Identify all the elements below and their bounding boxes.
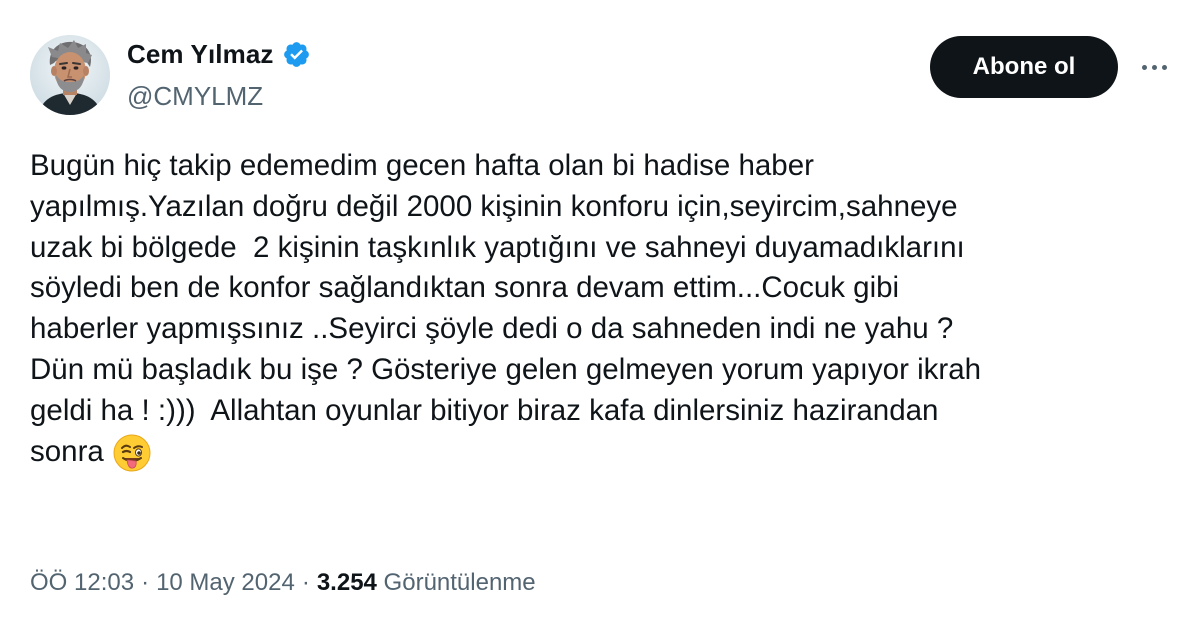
tweet-text-line: Bugün hiç takip edemedim gecen hafta ola…	[30, 149, 814, 182]
avatar-image	[30, 35, 110, 115]
tweet-date[interactable]: 10 May 2024	[156, 566, 295, 600]
more-horizontal-icon	[1141, 64, 1147, 70]
views-count[interactable]: 3.254	[317, 566, 377, 600]
views-label: Görüntülenme	[376, 569, 536, 596]
more-options-button[interactable]	[1136, 52, 1172, 82]
tweet-text-line: geldi ha ! :))) Allahtan oyunlar bitiyor…	[30, 393, 939, 427]
meta-separator: ·	[141, 569, 150, 596]
tweet-meta: ÖÖ 12:03 · 10 May 2024 · 3.254 Görüntüle…	[30, 566, 536, 600]
tweet-text: Bugün hiç takip edemedim gecen hafta ola…	[30, 146, 1180, 472]
winking-face-with-tongue-icon	[113, 434, 151, 472]
tweet-text-line: haberler yapmışsınız ..Seyirci şöyle ded…	[30, 312, 954, 346]
tweet-text-line: yapılmış.Yazılan doğru değil 2000 kişini…	[30, 189, 958, 223]
tweet-text-line: sonra	[30, 434, 104, 468]
meta-separator: ·	[301, 569, 310, 596]
author-name-row: Cem Yılmaz	[127, 38, 311, 70]
tweet-text-line: Dün mü başladık bu işe ? Gösteriye gelen…	[30, 352, 982, 386]
tweet-text-last-line: sonra	[30, 432, 1180, 473]
more-horizontal-icon	[1151, 64, 1157, 70]
verified-badge-icon	[284, 42, 310, 67]
follow-button[interactable]: Abone ol	[930, 36, 1118, 98]
tweet-text-line: uzak bi bölgede 2 kişinin taşkınlık yapt…	[30, 230, 965, 264]
tweet-time[interactable]: ÖÖ 12:03	[30, 566, 134, 600]
avatar[interactable]	[30, 35, 110, 115]
author-handle[interactable]: @CMYLMZ	[127, 80, 263, 112]
more-horizontal-icon	[1161, 64, 1167, 70]
author-display-name[interactable]: Cem Yılmaz	[127, 38, 273, 70]
tweet-text-line: söyledi ben de konfor sağlandıktan sonra…	[30, 271, 900, 305]
tweet-card: Cem Yılmaz @CMYLMZ Abone ol Bugün hiç ta…	[0, 0, 1200, 634]
